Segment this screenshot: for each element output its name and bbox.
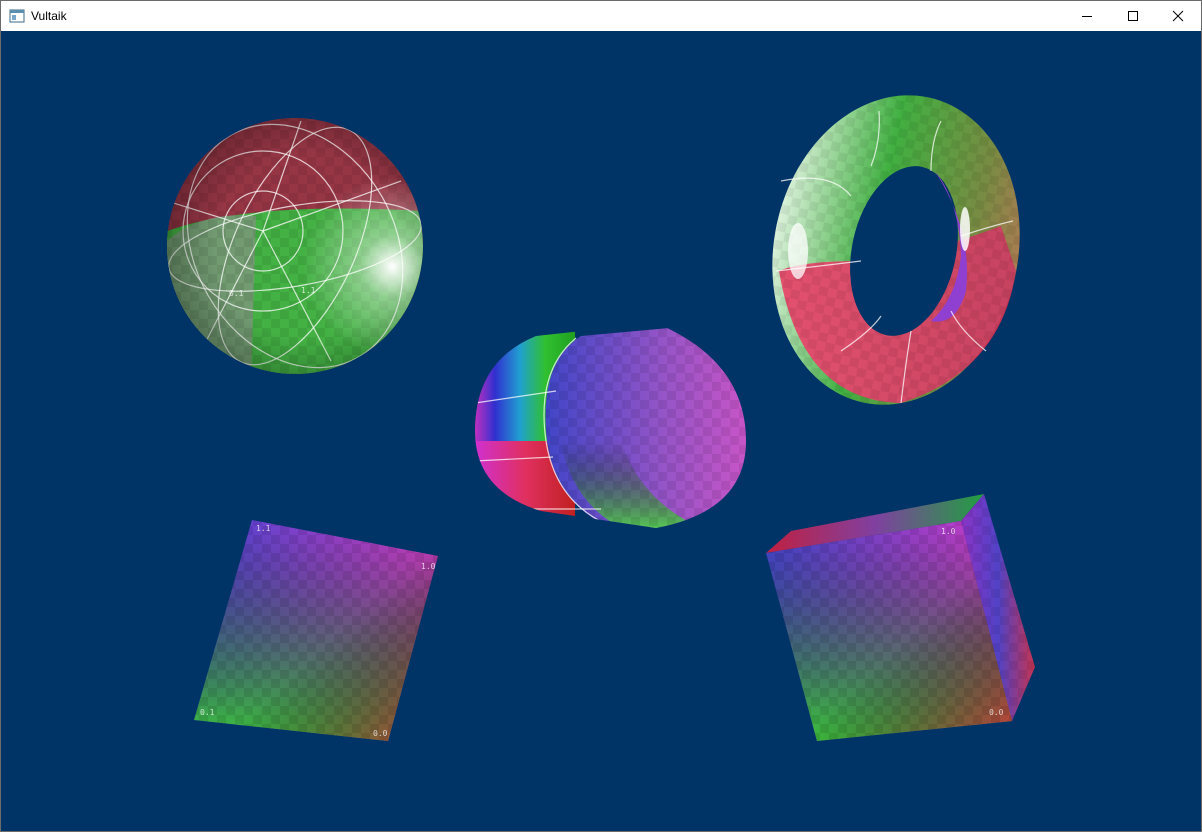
close-icon <box>1172 10 1184 22</box>
app-icon <box>9 8 25 24</box>
sphere-object: 0.1 1.1 <box>167 118 423 374</box>
plane-uv-label: 1.0 <box>421 562 436 571</box>
cube-object: 1.0 0.0 <box>766 494 1035 741</box>
plane-uv-label: 0.0 <box>373 729 388 738</box>
torus-object <box>772 95 1020 405</box>
minimize-button[interactable] <box>1064 1 1110 31</box>
render-viewport[interactable]: 0.1 1.1 1.1 1.0 0.1 0.0 1.0 0.0 <box>1 31 1201 831</box>
scene-canvas: 0.1 1.1 1.1 1.0 0.1 0.0 1.0 0.0 <box>167 95 1035 741</box>
maximize-icon <box>1128 11 1138 21</box>
cube-uv-label: 0.0 <box>989 708 1004 717</box>
close-button[interactable] <box>1155 1 1201 31</box>
title-bar[interactable]: Vultaik <box>1 1 1201 31</box>
minimize-icon <box>1082 16 1092 17</box>
capsule-object <box>475 323 746 528</box>
maximize-button[interactable] <box>1110 1 1156 31</box>
app-window: Vultaik 0.1 1.1 1.1 1.0 0.1 0.0 1.0 0.0 <box>0 0 1202 832</box>
plane-uv-label: 0.1 <box>200 708 215 717</box>
cube-uv-label: 1.0 <box>941 527 956 536</box>
plane-object: 1.1 1.0 0.1 0.0 <box>194 520 438 741</box>
plane-uv-label: 1.1 <box>256 524 271 533</box>
sphere-uv-label: 1.1 <box>301 286 316 295</box>
window-title: Vultaik <box>31 9 67 23</box>
sphere-uv-label: 0.1 <box>229 289 244 298</box>
